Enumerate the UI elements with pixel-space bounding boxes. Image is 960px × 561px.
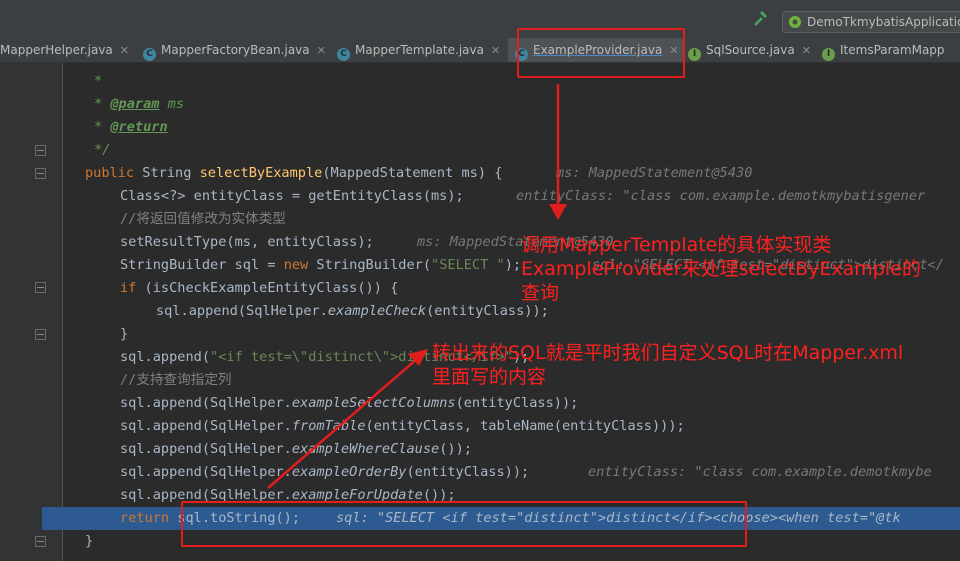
arrow-up bbox=[267, 357, 419, 489]
annotation-note-1: 调用MapperTemplate的具体实现类 ExampleProvider来处… bbox=[521, 234, 921, 304]
arrow-head bbox=[549, 204, 567, 220]
annotation-note-2: 转出来的SQL就是平时我们自定义SQL时在Mapper.xml 里面写的内容 bbox=[432, 342, 904, 388]
